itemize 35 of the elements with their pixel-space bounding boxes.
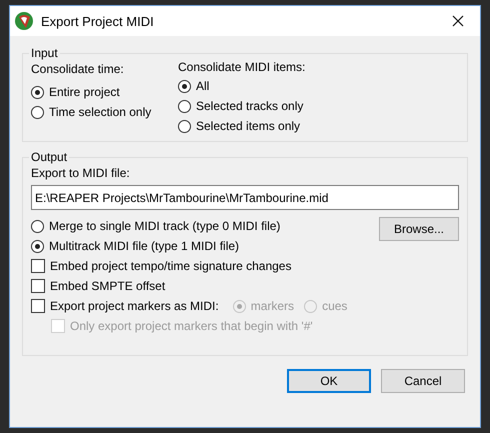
close-icon [452,15,464,27]
radio-button[interactable] [31,86,44,98]
window-title: Export Project MIDI [41,14,155,28]
file-path-field[interactable]: E:\REAPER Projects\MrTambourine\MrTambourine.mid [31,185,459,210]
browse-button[interactable]: Browse... [379,217,459,241]
checkbox[interactable] [31,299,45,313]
radio-label: cues [322,299,348,313]
dialog-button[interactable]: Cancel [381,369,465,393]
checkbox-label: Embed SMPTE offset [50,279,166,293]
radio-button[interactable] [178,100,191,112]
radio-button[interactable] [31,240,44,252]
field-label: Consolidate time: [31,62,125,76]
radio-button[interactable] [31,220,44,232]
radio-button[interactable] [178,120,191,132]
radio-button[interactable] [31,106,44,118]
checkbox[interactable] [31,259,45,273]
dialog-button[interactable]: OK [287,369,371,393]
field-label: Export to MIDI file: [31,166,131,180]
radio-label: Selected items only [196,119,300,133]
checkbox-label: Export project markers as MIDI: [50,299,219,313]
radio-label: Entire project [49,85,120,99]
radio-label: Selected tracks only [196,99,304,113]
group-label: Output [30,150,68,164]
radio-label: Time selection only [49,105,152,119]
radio-button[interactable] [178,80,191,92]
checkbox[interactable] [31,279,45,293]
radio-label: markers [250,299,294,313]
checkbox-label: Embed project tempo/time signature changes [50,259,292,273]
field-label: Consolidate MIDI items: [178,60,306,74]
app-logo-icon [14,11,34,31]
radio-label: Merge to single MIDI track (type 0 MIDI file) [49,219,280,233]
checkbox-label: Only export project markers that begin with '#' [70,319,313,333]
group-label: Input [30,46,59,60]
radio-label: All [196,79,210,93]
radio-label: Multitrack MIDI file (type 1 MIDI file) [49,239,240,253]
